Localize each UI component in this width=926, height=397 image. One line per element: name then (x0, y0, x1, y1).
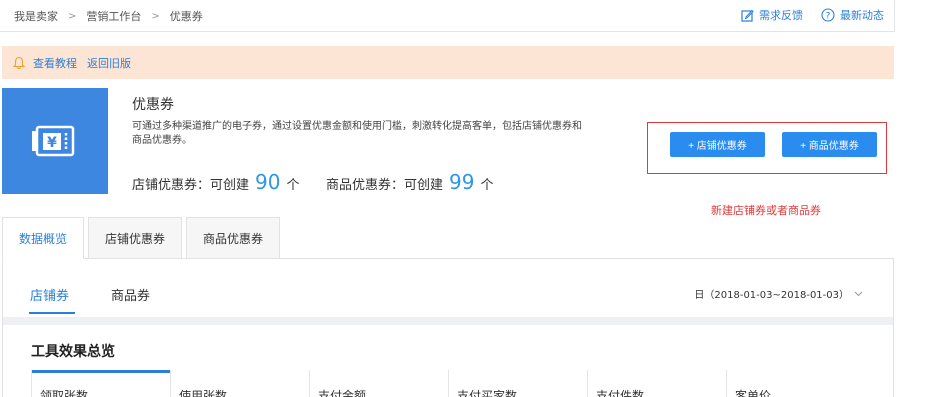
help-circle-icon: ? (821, 8, 835, 22)
page-description: 可通过多种渠道推广的电子券，通过设置优惠金额和使用门槛，刺激转化提高客单，包括店… (132, 121, 582, 146)
metric-label: 支付件数 (596, 389, 645, 397)
store-quota-value: 90 (255, 170, 281, 194)
metrics-row: 领取张数 使用张数 支付金额 支付买家数 支付件数 客单价 (31, 370, 867, 397)
svg-text:?: ? (826, 12, 831, 22)
subtab-item-coupon[interactable]: 商品券 (111, 285, 150, 304)
create-actions-highlight: + 店铺优惠券 + 商品优惠券 (647, 122, 887, 174)
metric-paid-items[interactable]: 支付件数 (587, 370, 726, 397)
chevron-right-icon: > (68, 10, 77, 22)
tutorial-link[interactable]: 查看教程 (33, 55, 77, 71)
news-link[interactable]: ? 最新动态 (821, 7, 884, 23)
bell-icon (12, 56, 26, 69)
metric-label: 领取张数 (40, 389, 89, 397)
svg-text:¥: ¥ (47, 135, 57, 151)
item-quota-label: 商品优惠券：可创建 (326, 178, 444, 193)
item-quota-unit: 个 (480, 178, 494, 193)
breadcrumb: 我是卖家 > 营销工作台 > 优惠券 (14, 8, 203, 24)
date-range-select[interactable]: 日（2018-01-03~2018-01-03） (694, 286, 863, 301)
feedback-link[interactable]: 需求反馈 (741, 7, 803, 23)
header-links: 需求反馈 ? 最新动态 (723, 7, 884, 23)
metric-label: 支付金额 (318, 389, 367, 397)
feedback-label: 需求反馈 (759, 9, 803, 22)
metric-avg-order[interactable]: 客单价 (726, 370, 865, 397)
chevron-right-icon: > (151, 10, 160, 22)
active-subtab-indicator (29, 312, 75, 314)
add-item-coupon-button[interactable]: + 商品优惠券 (782, 132, 877, 157)
section-title: 工具效果总览 (31, 344, 115, 360)
sub-tabs: 店铺券 商品券 (30, 285, 192, 304)
news-label: 最新动态 (840, 9, 884, 22)
section-divider (3, 317, 893, 325)
tab-item-coupons[interactable]: 商品优惠券 (186, 217, 281, 259)
old-version-link[interactable]: 返回旧版 (87, 55, 131, 71)
metric-paying-buyers[interactable]: 支付买家数 (448, 370, 587, 397)
breadcrumb-item-seller[interactable]: 我是卖家 (14, 8, 58, 24)
metric-label: 客单价 (735, 389, 772, 397)
metric-label: 支付买家数 (457, 389, 518, 397)
metric-used[interactable]: 使用张数 (170, 370, 309, 397)
metric-label: 使用张数 (179, 389, 228, 397)
chevron-down-icon (854, 291, 863, 296)
breadcrumb-item-workbench[interactable]: 营销工作台 (86, 8, 141, 24)
item-coupon-quota: 商品优惠券：可创建 99 个 (326, 170, 493, 194)
annotation-note: 新建店铺券或者商品券 (711, 204, 821, 217)
tab-store-coupons[interactable]: 店铺优惠券 (88, 217, 183, 259)
breadcrumb-item-coupon: 优惠券 (169, 10, 203, 23)
main-tabs: 数据概览 店铺优惠券 商品优惠券 (2, 217, 284, 259)
store-quota-label: 店铺优惠券：可创建 (132, 178, 250, 193)
metric-claimed[interactable]: 领取张数 (31, 370, 170, 397)
coupon-icon: ¥ (2, 88, 108, 194)
item-quota-value: 99 (449, 170, 475, 194)
overview-panel: 店铺券 商品券 日（2018-01-03~2018-01-03） 工具效果总览 … (2, 259, 894, 397)
tab-data-overview[interactable]: 数据概览 (2, 217, 85, 259)
edit-icon (741, 9, 754, 22)
page-title: 优惠券 (132, 97, 174, 113)
add-store-coupon-button[interactable]: + 店铺优惠券 (670, 132, 765, 157)
store-coupon-quota: 店铺优惠券：可创建 90 个 (132, 170, 299, 194)
top-bar: 我是卖家 > 营销工作台 > 优惠券 需求反馈 ? 最新动态 (0, 0, 895, 32)
subtab-store-coupon[interactable]: 店铺券 (30, 285, 69, 304)
notice-bar: 查看教程 返回旧版 (2, 46, 894, 79)
date-range-label: 日（2018-01-03~2018-01-03） (694, 290, 849, 301)
metric-payment-amount[interactable]: 支付金额 (309, 370, 448, 397)
store-quota-unit: 个 (286, 178, 300, 193)
